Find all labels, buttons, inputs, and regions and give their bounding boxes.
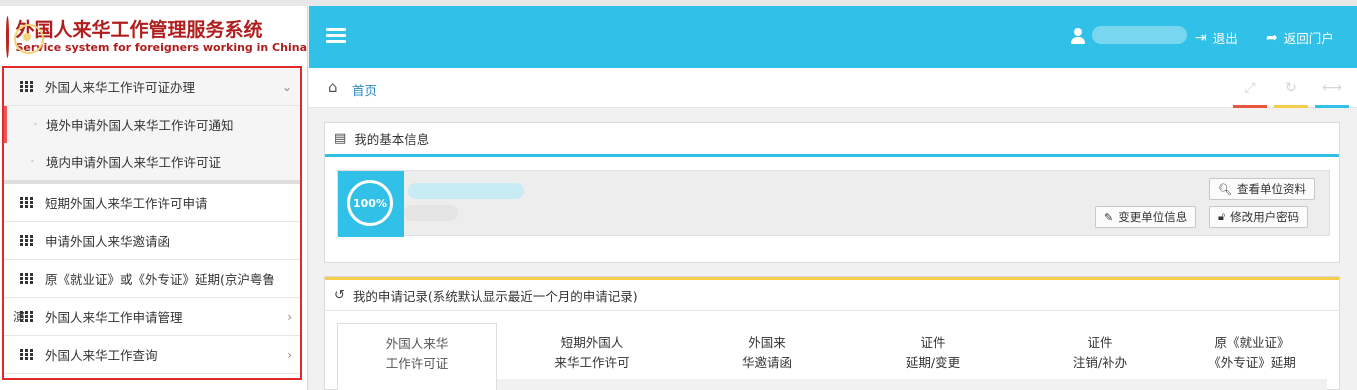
- newspaper-icon: ▤: [334, 131, 347, 146]
- panel-title: 我的申请记录(系统默认显示最近一个月的申请记录): [352, 288, 638, 304]
- tab-short-term[interactable]: 短期外国人 来华工作许可: [512, 323, 672, 385]
- portal-label: 返回门户: [1283, 31, 1334, 46]
- tab-line1: 证件: [920, 335, 946, 350]
- tab-work-permit[interactable]: 外国人来华 工作许可证: [337, 323, 497, 390]
- sidebar-item-label: 外国人来华工作许可证办理: [45, 80, 196, 95]
- grid-icon: [20, 349, 33, 360]
- sidebar-subitem-overseas[interactable]: • 境外申请外国人来华工作许可通知: [4, 106, 300, 143]
- sidebar-item-application-management[interactable]: 演 外国人来华工作申请管理 ›: [4, 298, 300, 336]
- logout-link[interactable]: ⇥ 退出: [1195, 28, 1238, 47]
- sidebar-item-label: 原《就业证》或《外专证》延期(京沪粤鲁: [45, 272, 275, 287]
- app-window: 外国人来华工作管理服务系统 Service system for foreign…: [0, 0, 1357, 390]
- tab-cancel-reissue[interactable]: 证件 注销/补办: [1020, 323, 1180, 385]
- arrows-horizontal-icon: ⟷: [1321, 80, 1343, 96]
- view-company-button[interactable]: 🔍︎ 查看单位资料: [1209, 178, 1315, 200]
- refresh-icon: ↻: [1285, 80, 1297, 96]
- tool-bar-red: [1233, 105, 1267, 108]
- sidebar-item-invitation[interactable]: 申请外国人来华邀请函: [4, 222, 300, 260]
- top-header: ⇥ 退出 ➦ 返回门户: [309, 6, 1357, 68]
- sidebar-item-label: 外国人来华工作申请管理: [45, 310, 183, 325]
- history-icon: ↺: [334, 287, 345, 303]
- user-name-redacted: [1092, 26, 1187, 44]
- company-detail-redacted: [404, 205, 458, 221]
- tab-line2: 注销/补办: [1072, 355, 1128, 370]
- search-icon: 🔍︎: [1218, 182, 1232, 196]
- chevron-right-icon: ›: [287, 309, 292, 324]
- records-tabs: 外国人来华 工作许可证 短期外国人 来华工作许可 外国来 华邀请函 证件 延期/…: [337, 323, 1327, 390]
- sidebar-item-label: 短期外国人来华工作许可申请: [45, 196, 208, 211]
- logout-label: 退出: [1212, 31, 1238, 46]
- sidebar-item-short-term[interactable]: 短期外国人来华工作许可申请: [4, 184, 300, 222]
- change-company-label: 变更单位信息: [1118, 210, 1188, 224]
- edit-icon: ✎: [1104, 210, 1114, 224]
- sidebar-subitem-label: 境内申请外国人来华工作许可证: [46, 155, 222, 170]
- tab-extension-change[interactable]: 证件 延期/变更: [853, 323, 1013, 385]
- panel-title: 我的基本信息: [354, 132, 430, 147]
- view-company-label: 查看单位资料: [1236, 182, 1306, 196]
- grid-icon: [20, 311, 33, 322]
- completion-block: 100%: [338, 171, 404, 237]
- bullet-icon: •: [33, 120, 38, 129]
- tab-line1: 证件: [1087, 335, 1113, 350]
- change-password-button[interactable]: 🔓︎ 修改用户密码: [1209, 206, 1309, 228]
- completion-percent: 100%: [347, 180, 393, 226]
- refresh-button[interactable]: ↻: [1274, 80, 1308, 108]
- info-box: 100% 🔍︎ 查看单位资料 ✎ 变更单位信息 🔓︎ 修改用户密码: [337, 170, 1330, 237]
- tab-line2: 《外专证》延期: [1208, 355, 1296, 370]
- tab-line1: 短期外国人: [560, 335, 624, 350]
- breadcrumb: ⌂ 首页 ⤢ ↻ ⟷: [309, 68, 1357, 108]
- width-toggle-button[interactable]: ⟷: [1315, 80, 1349, 108]
- tab-line1: 外国来: [748, 335, 786, 350]
- tab-line2: 工作许可证: [385, 356, 449, 371]
- sidebar-subitem-label: 境外申请外国人来华工作许可通知: [46, 118, 234, 133]
- tool-bar-blue: [1315, 105, 1349, 108]
- panel-header: ↺ 我的申请记录(系统默认显示最近一个月的申请记录): [325, 277, 1339, 311]
- tab-line2: 来华工作许可: [554, 355, 630, 370]
- sidebar-subitem-domestic[interactable]: • 境内申请外国人来华工作许可证: [4, 143, 300, 180]
- tab-old-certificate-extension[interactable]: 原《就业证》 《外专证》延期: [1179, 323, 1325, 385]
- grid-icon: [20, 273, 33, 284]
- expand-icon: ⤢: [1244, 80, 1256, 96]
- breadcrumb-home[interactable]: 首页: [352, 80, 377, 99]
- sidebar-item-label: 申请外国人来华邀请函: [45, 234, 171, 249]
- menu-toggle-icon[interactable]: [326, 28, 346, 44]
- sign-out-icon: ⇥: [1195, 29, 1207, 46]
- change-password-label: 修改用户密码: [1230, 210, 1300, 224]
- tab-invitation[interactable]: 外国来 华邀请函: [687, 323, 847, 385]
- user-icon: [1071, 28, 1085, 44]
- records-panel: ↺ 我的申请记录(系统默认显示最近一个月的申请记录) 外国人来华 工作许可证 短…: [324, 276, 1340, 390]
- brand-text: 外国人来华工作管理服务系统 Service system for foreign…: [15, 19, 307, 55]
- home-icon: ⌂: [328, 78, 338, 96]
- share-arrow-icon: ➦: [1266, 29, 1278, 46]
- brand-title-en: Service system for foreigners working in…: [15, 41, 307, 54]
- basic-info-panel: ▤ 我的基本信息 100% 🔍︎ 查看单位资料 ✎ 变更单位信息 🔓︎ 修改用户…: [324, 122, 1340, 263]
- brand: 外国人来华工作管理服务系统 Service system for foreign…: [0, 6, 307, 68]
- tool-bar-yellow: [1274, 105, 1308, 108]
- panel-header: ▤ 我的基本信息: [325, 123, 1339, 157]
- brand-title-cn: 外国人来华工作管理服务系统: [15, 19, 263, 41]
- emblem-logo: [6, 16, 50, 58]
- sidebar: 外国人来华工作管理服务系统 Service system for foreign…: [0, 6, 308, 390]
- main-content: ⌂ 首页 ⤢ ↻ ⟷ ▤ 我的基本信息 100% 🔍︎ 查看单位资料 ✎ 变更单…: [309, 68, 1357, 390]
- fullscreen-button[interactable]: ⤢: [1233, 80, 1267, 108]
- tab-line1: 原《就业证》: [1214, 335, 1290, 350]
- company-name-redacted: [408, 183, 524, 199]
- grid-icon: [20, 81, 33, 92]
- sidebar-item-work-permit[interactable]: 外国人来华工作许可证办理 ⌄: [4, 68, 300, 106]
- chevron-down-icon: ⌄: [281, 79, 292, 94]
- grid-icon: [20, 197, 33, 208]
- unlock-icon: 🔓︎: [1218, 210, 1226, 223]
- chevron-right-icon: ›: [287, 347, 292, 362]
- sidebar-item-extension[interactable]: 原《就业证》或《外专证》延期(京沪粤鲁: [4, 260, 300, 298]
- sidebar-item-label: 外国人来华工作查询: [45, 348, 158, 363]
- sidebar-menu: 外国人来华工作许可证办理 ⌄ • 境外申请外国人来华工作许可通知 • 境内申请外…: [2, 66, 302, 380]
- return-portal-link[interactable]: ➦ 返回门户: [1266, 28, 1334, 47]
- tab-line2: 延期/变更: [905, 355, 961, 370]
- change-company-button[interactable]: ✎ 变更单位信息: [1095, 206, 1197, 228]
- tab-line1: 外国人来华: [385, 336, 449, 351]
- grid-icon: [20, 235, 33, 246]
- sidebar-item-query[interactable]: 外国人来华工作查询 ›: [4, 336, 300, 374]
- bullet-icon: •: [30, 157, 35, 166]
- tab-line2: 华邀请函: [741, 355, 792, 370]
